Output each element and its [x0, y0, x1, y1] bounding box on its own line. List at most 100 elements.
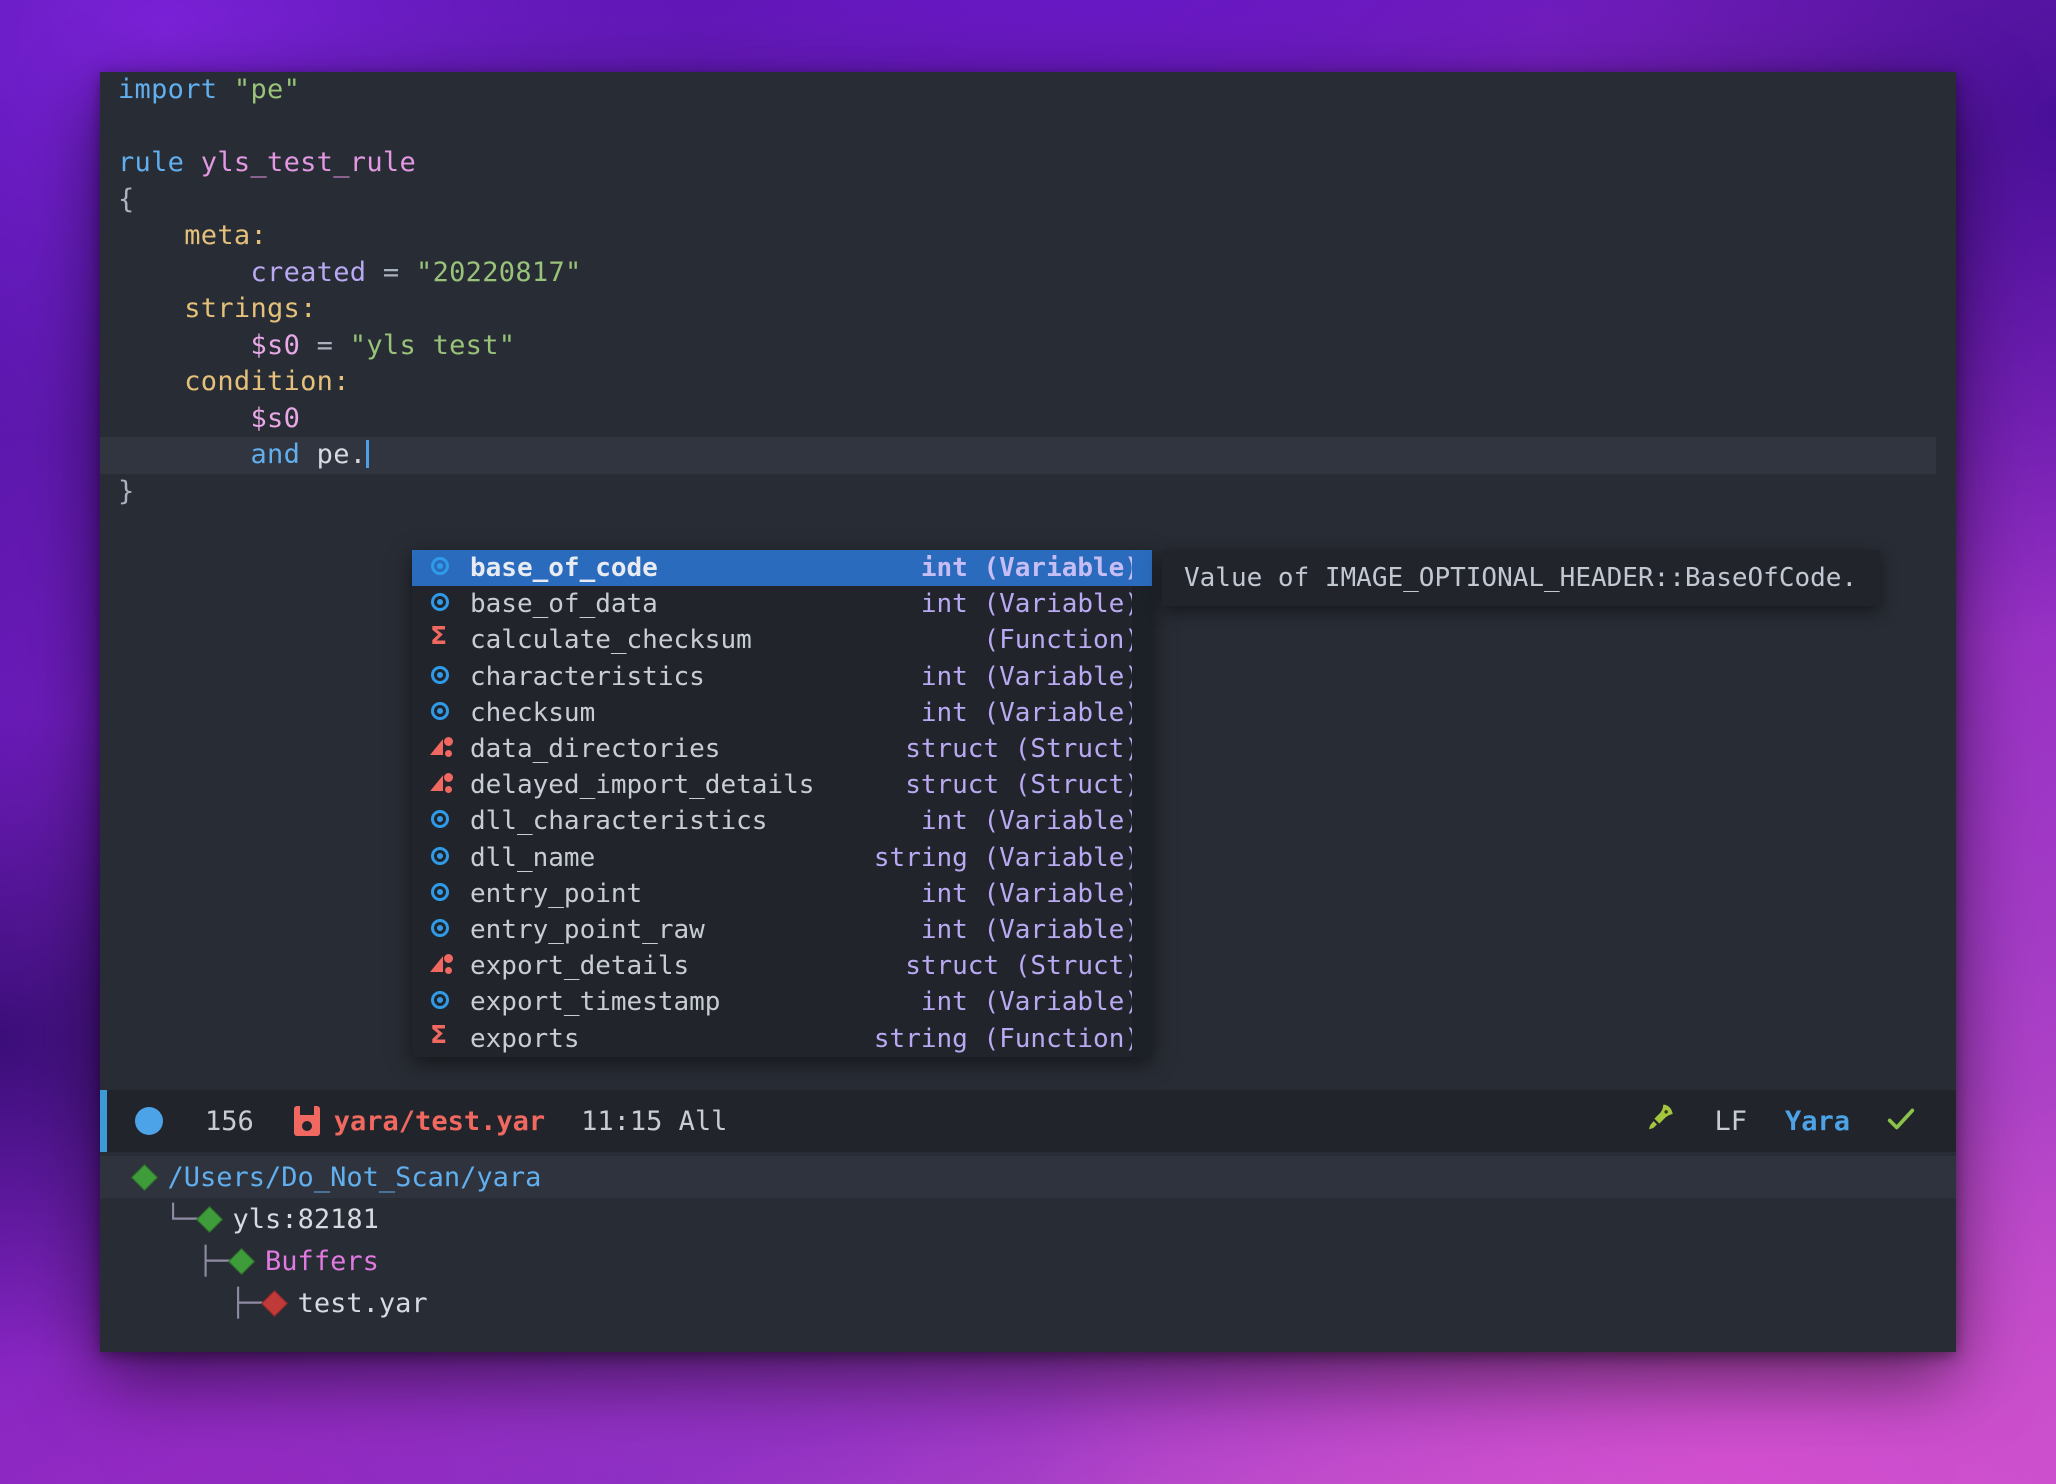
autocomplete-item-label: calculate_checksum — [470, 625, 752, 655]
autocomplete-item[interactable]: base_of_dataint (Variable) — [412, 586, 1152, 622]
documentation-tooltip: Value of IMAGE_OPTIONAL_HEADER::BaseOfCo… — [1162, 550, 1880, 606]
autocomplete-item[interactable]: data_directoriesstruct (Struct) — [412, 731, 1152, 767]
autocomplete-item-type: int (Variable) — [921, 589, 1140, 619]
autocomplete-popup[interactable]: base_of_codeint (Variable)base_of_datain… — [412, 550, 1152, 1057]
code-line[interactable]: $s0 = "yls test" — [100, 328, 1956, 365]
autocomplete-item-label: export_details — [470, 951, 689, 981]
code-token: condition: — [118, 366, 350, 397]
code-line[interactable]: strings: — [100, 291, 1956, 328]
variable-icon — [428, 806, 458, 836]
autocomplete-item-type: struct (Struct) — [905, 734, 1140, 764]
code-line[interactable]: $s0 — [100, 401, 1956, 438]
autocomplete-item[interactable]: export_details struct (Struct) — [412, 948, 1152, 984]
autocomplete-list[interactable]: base_of_codeint (Variable)base_of_datain… — [412, 550, 1152, 1057]
autocomplete-item[interactable]: checksumint (Variable) — [412, 695, 1152, 731]
autocomplete-item-type: int (Variable) — [921, 915, 1140, 945]
code-token: $s0 — [250, 330, 300, 361]
autocomplete-item[interactable]: delayed_import_detailsstruct (Struct) — [412, 767, 1152, 803]
autocomplete-item-type: struct (Struct) — [905, 770, 1140, 800]
variable-icon — [428, 662, 458, 692]
autocomplete-item-label: base_of_code — [470, 553, 658, 583]
struct-icon — [428, 951, 458, 981]
editor-window: import "pe"rule yls_test_rule{ meta: cre… — [100, 72, 1956, 1352]
code-token: { — [118, 184, 135, 215]
autocomplete-item[interactable]: dll_name string (Variable) — [412, 840, 1152, 876]
floppy-disk-icon[interactable] — [294, 1106, 320, 1136]
code-token — [118, 403, 250, 434]
autocomplete-item-label: dll_name — [470, 843, 595, 873]
code-line[interactable]: and pe. — [100, 437, 1936, 474]
tree-guide-line: └─ — [100, 1204, 198, 1235]
code-token: "pe" — [234, 74, 300, 105]
code-token: strings: — [118, 293, 317, 324]
autocomplete-item-type: struct (Struct) — [905, 951, 1140, 981]
code-token: pe. — [300, 439, 366, 470]
tree-row[interactable]: └─ yls:82181 — [100, 1198, 1956, 1240]
autocomplete-item[interactable]: characteristicsint (Variable) — [412, 659, 1152, 695]
tree-node-label[interactable]: test.yar — [298, 1288, 428, 1319]
code-token: yls_test_rule — [201, 147, 416, 178]
code-token: meta: — [118, 220, 267, 251]
autocomplete-scrollbar-thumb[interactable] — [1132, 550, 1152, 586]
autocomplete-item[interactable]: entry_pointint (Variable) — [412, 876, 1152, 912]
autocomplete-item-type: string (Variable) — [874, 843, 1140, 873]
code-line[interactable] — [100, 109, 1956, 146]
code-line[interactable]: meta: — [100, 218, 1956, 255]
tree-row[interactable]: ├─test.yar — [100, 1282, 1956, 1324]
code-line[interactable]: created = "20220817" — [100, 255, 1956, 292]
variable-icon — [428, 879, 458, 909]
autocomplete-item[interactable]: dll_characteristics int (Variable) — [412, 803, 1152, 839]
autocomplete-item[interactable]: entry_point_rawint (Variable) — [412, 912, 1152, 948]
code-token — [217, 74, 234, 105]
code-token: "20220817" — [416, 257, 582, 288]
code-token — [118, 439, 250, 470]
tree-node-label[interactable]: Buffers — [265, 1246, 379, 1277]
autocomplete-item[interactable]: exports string (Function) — [412, 1020, 1152, 1056]
line-ending-label[interactable]: LF — [1714, 1106, 1747, 1137]
autocomplete-item[interactable]: export_timestampint (Variable) — [412, 984, 1152, 1020]
autocomplete-item-type: string (Function) — [874, 1024, 1140, 1054]
code-token: "yls test" — [350, 330, 516, 361]
tree-row[interactable]: ├─Buffers — [100, 1240, 1956, 1282]
code-token — [118, 330, 250, 361]
code-line[interactable]: } — [100, 474, 1956, 511]
variable-icon — [428, 843, 458, 873]
code-token: created — [250, 257, 366, 288]
autocomplete-item[interactable]: calculate_checksum (Function) — [412, 622, 1152, 658]
rocket-icon[interactable] — [1644, 1102, 1676, 1140]
tree-node-diamond-icon[interactable] — [261, 1290, 288, 1317]
tree-row[interactable]: /Users/Do_Not_Scan/yara — [100, 1156, 1956, 1198]
code-line[interactable]: condition: — [100, 364, 1956, 401]
code-line[interactable]: import "pe" — [100, 72, 1956, 109]
code-line[interactable]: rule yls_test_rule — [100, 145, 1956, 182]
code-token — [184, 147, 201, 178]
autocomplete-item-type: int (Variable) — [921, 879, 1140, 909]
autocomplete-item-label: export_timestamp — [470, 987, 720, 1017]
code-line[interactable]: { — [100, 182, 1956, 219]
file-tree-panel[interactable]: /Users/Do_Not_Scan/yara └─ yls:82181 ├─Bu… — [100, 1152, 1956, 1352]
code-token: = — [366, 257, 416, 288]
autocomplete-item[interactable]: base_of_codeint (Variable) — [412, 550, 1152, 586]
autocomplete-item-type: (Function) — [983, 625, 1140, 655]
variable-icon — [428, 553, 458, 583]
status-bar-left: 156 yara/test.yar 11:15 All — [107, 1106, 727, 1137]
tree-node-diamond-icon[interactable] — [131, 1164, 158, 1191]
autocomplete-item-type: int (Variable) — [921, 806, 1140, 836]
tree-node-label[interactable]: yls:82181 — [233, 1204, 379, 1235]
line-count-label: 156 — [205, 1106, 254, 1137]
language-mode-label[interactable]: Yara — [1785, 1106, 1850, 1137]
autocomplete-item-label: dll_characteristics — [470, 806, 767, 836]
code-token: import — [118, 74, 217, 105]
autocomplete-scrollbar[interactable] — [1132, 550, 1152, 1057]
tree-node-diamond-icon[interactable] — [196, 1206, 223, 1233]
autocomplete-item-label: checksum — [470, 698, 595, 728]
autocomplete-item-label: characteristics — [470, 662, 705, 692]
check-icon[interactable] — [1884, 1102, 1918, 1141]
cursor-position-label: 11:15 All — [581, 1106, 727, 1137]
autocomplete-item-label: exports — [470, 1024, 580, 1054]
code-token: rule — [118, 147, 184, 178]
file-path-label[interactable]: yara/test.yar — [334, 1106, 545, 1137]
tree-node-diamond-icon[interactable] — [228, 1248, 255, 1275]
tree-node-label[interactable]: /Users/Do_Not_Scan/yara — [168, 1162, 542, 1193]
code-token: = — [300, 330, 350, 361]
